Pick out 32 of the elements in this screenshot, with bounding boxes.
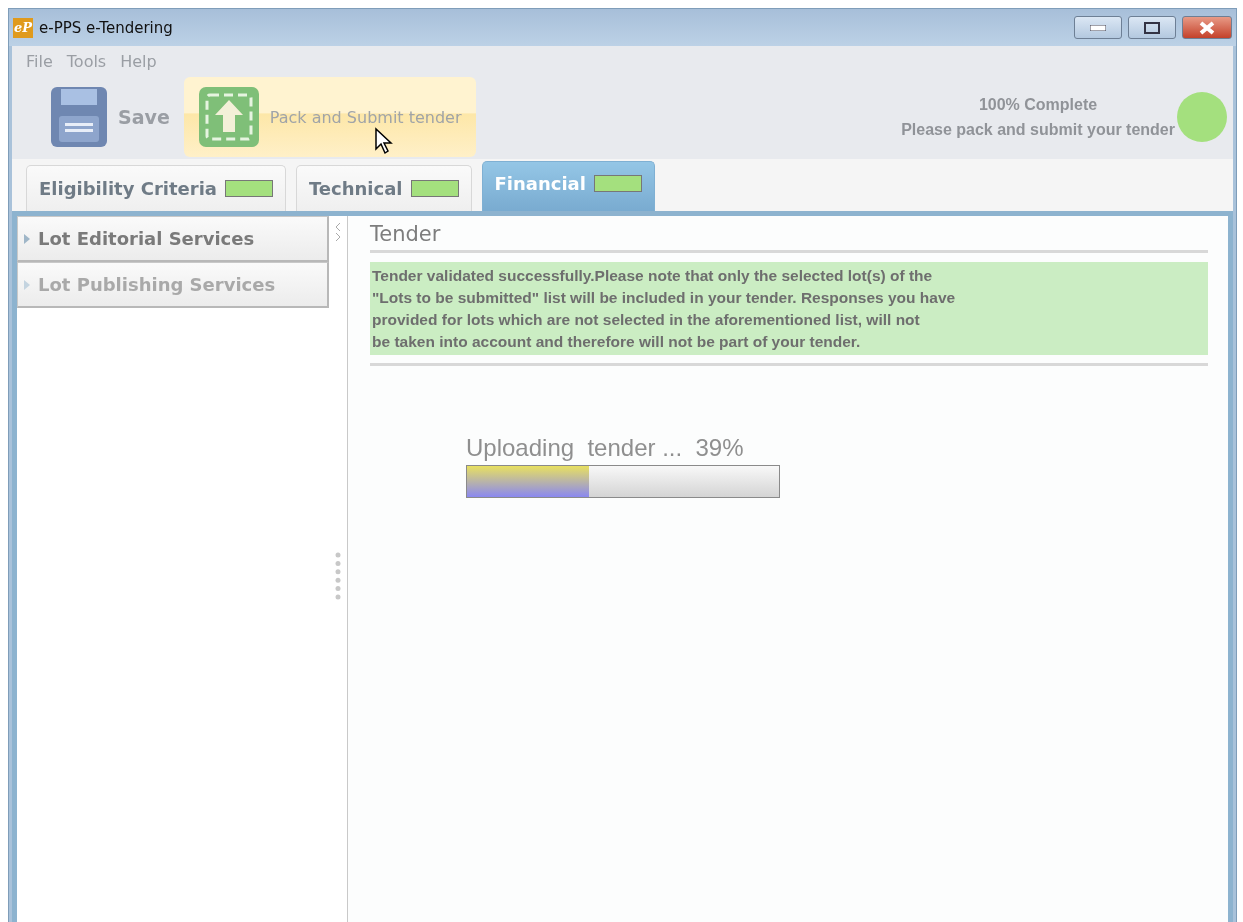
status-indicator	[224, 180, 273, 197]
expand-icon	[24, 233, 30, 244]
minimize-icon	[1090, 24, 1106, 31]
app-logo: eP	[13, 17, 33, 38]
menu-item[interactable]: Tools	[66, 52, 107, 71]
status-text: 100% Complete Please pack and submit your tender	[901, 95, 1175, 140]
tab[interactable]: Technical	[295, 165, 472, 211]
expand-icon	[24, 279, 30, 290]
progress-label: Uploading tender ... 39%	[466, 434, 745, 462]
save-icon	[50, 86, 108, 148]
collapse-arrows-icon[interactable]	[335, 222, 341, 242]
cursor-icon	[373, 127, 394, 155]
upload-icon	[197, 86, 260, 148]
submit-button[interactable]: Pack and Submit tender	[183, 77, 476, 157]
status-indicator	[410, 180, 459, 197]
status-indicator	[1177, 92, 1227, 142]
tab[interactable]: Eligibility Criteria	[26, 165, 286, 211]
minimize-button[interactable]	[1074, 16, 1122, 39]
status-indicator	[593, 175, 642, 192]
maximize-icon	[1144, 21, 1160, 34]
splitter-handle-icon[interactable]	[335, 551, 341, 601]
maximize-button[interactable]	[1128, 16, 1176, 39]
close-button[interactable]	[1182, 16, 1232, 39]
window-title: e-PPS e-Tendering	[39, 18, 174, 37]
menu-item[interactable]: Help	[120, 52, 157, 71]
close-icon	[1199, 20, 1215, 35]
tab[interactable]: Financial	[481, 161, 655, 211]
save-button[interactable]: Save	[36, 77, 184, 157]
validation-message: Tender validated successfully.Please note that only the selected lot(s) of the "Lots to be submitted" list will be included in your tender. Responses you have provided for lots which are not selected in the aforementioned list, will not be taken into account and therefore will not be part of your tender.	[370, 262, 1208, 355]
menu-item[interactable]: File	[26, 52, 53, 71]
panel-title: Tender	[370, 222, 1208, 253]
lot-item[interactable]: Lot Editorial Services	[17, 216, 329, 262]
